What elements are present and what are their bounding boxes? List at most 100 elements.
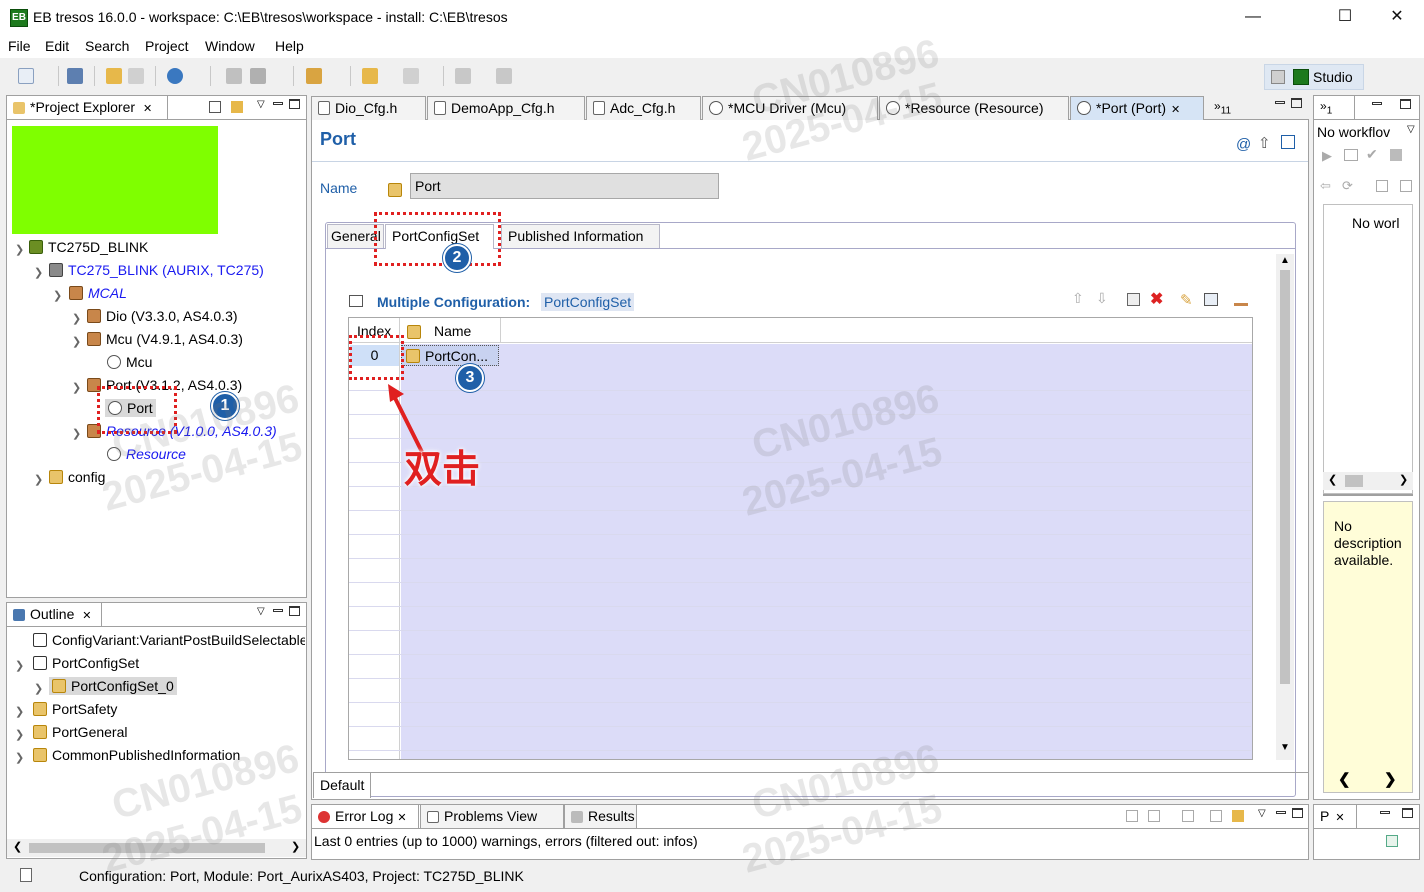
expand-icon[interactable] (1376, 180, 1388, 192)
redo-icon[interactable] (128, 68, 144, 84)
scroll-left-icon[interactable]: ❮ (13, 840, 22, 853)
delete-log-icon[interactable] (1210, 810, 1222, 822)
tab-default[interactable]: Default (313, 773, 371, 798)
tab-workflow[interactable]: »1 (1313, 95, 1355, 119)
open-perspective-icon[interactable] (1271, 70, 1285, 84)
new-item-icon[interactable] (1386, 835, 1398, 847)
tab-error-log[interactable]: Error Log ✕ (311, 804, 419, 828)
scrollbar-thumb[interactable] (29, 843, 265, 853)
check-icon[interactable]: ✔ (1366, 146, 1378, 163)
menu-edit[interactable]: Edit (45, 38, 69, 54)
name-field[interactable]: Port (410, 173, 719, 199)
minimize-view-icon[interactable] (1380, 811, 1390, 814)
forward-arrow-icon[interactable] (403, 68, 419, 84)
maximize-view-icon[interactable] (1400, 99, 1411, 109)
outline-hscrollbar[interactable]: ❮ ❯ (7, 839, 306, 857)
back-icon[interactable]: ⇦ (1320, 178, 1331, 194)
maximize-view-icon[interactable] (289, 99, 300, 109)
menu-window[interactable]: Window (205, 38, 255, 54)
minimize-view-icon[interactable] (1276, 811, 1286, 814)
outline-item-portconfigset[interactable]: PortConfigSet (33, 655, 139, 671)
link-editor-icon[interactable] (231, 101, 243, 113)
scrollbar-thumb[interactable] (1345, 475, 1363, 487)
move-up-icon[interactable]: ⇧ (1072, 290, 1084, 307)
close-icon[interactable]: ✕ (1335, 812, 1344, 824)
tree-item-tc275d-blink[interactable]: TC275D_BLINK (29, 239, 148, 255)
table-edit-icon[interactable] (1204, 293, 1218, 306)
outline-item-portconfigset-0[interactable]: PortConfigSet_0 (49, 677, 177, 695)
minimize-view-icon[interactable] (1372, 102, 1382, 105)
scrollbar-thumb[interactable] (1280, 270, 1290, 684)
dropdown-icon[interactable]: ▽ (1407, 124, 1415, 135)
collapse-all-icon[interactable] (209, 101, 221, 113)
outline-item-portgeneral[interactable]: PortGeneral (33, 724, 127, 740)
subtab-published-information[interactable]: Published Information (501, 224, 660, 248)
save-icon[interactable] (67, 68, 83, 84)
editor-tab-resource[interactable]: *Resource (Resource) (879, 96, 1069, 120)
maximize-view-icon[interactable] (1402, 808, 1413, 818)
workflow-list[interactable]: No worl (1323, 204, 1413, 494)
close-icon[interactable]: ✕ (1171, 104, 1180, 116)
export-log-icon[interactable] (1126, 810, 1138, 822)
prev-annotation-icon[interactable] (455, 68, 471, 84)
tab-results[interactable]: Results (564, 804, 637, 828)
tree-item-mcu-module[interactable]: Mcu (V4.9.1, AS4.0.3) (87, 331, 243, 347)
editor-tab-demoapp-cfg[interactable]: DemoApp_Cfg.h (427, 96, 585, 120)
maximize-view-icon[interactable] (1292, 808, 1303, 818)
menu-help[interactable]: Help (275, 38, 304, 54)
outline-item-commonpublishedinformation[interactable]: CommonPublishedInformation (33, 747, 240, 763)
menu-search[interactable]: Search (85, 38, 129, 54)
column-header-name[interactable]: Name (434, 323, 471, 339)
maximize-button[interactable]: ☐ (1322, 0, 1368, 34)
back-arrow-icon[interactable] (362, 68, 378, 84)
copy-icon[interactable] (1127, 293, 1140, 306)
next-annotation-icon[interactable] (496, 68, 512, 84)
open-log-icon[interactable] (1232, 810, 1244, 822)
delete-icon[interactable]: ✖ (1150, 289, 1163, 309)
tab-project-explorer[interactable]: *Project Explorer ✕ (6, 95, 168, 119)
tab-outline[interactable]: Outline ✕ (6, 602, 102, 626)
outline-item-configvariant[interactable]: ConfigVariant:VariantPostBuildSelectable (33, 632, 305, 648)
home-icon[interactable] (1281, 135, 1295, 149)
wand-icon[interactable] (306, 68, 322, 84)
outline-item-portsafety[interactable]: PortSafety (33, 701, 117, 717)
collapse-icon[interactable] (1400, 180, 1412, 192)
refresh-icon[interactable]: ⟳ (1342, 178, 1353, 194)
close-icon[interactable]: ✕ (143, 103, 152, 115)
menu-file[interactable]: File (8, 38, 31, 54)
editor-tab-dio-cfg[interactable]: Dio_Cfg.h (311, 96, 426, 120)
scroll-down-icon[interactable]: ▼ (1280, 742, 1290, 753)
tree-item-dio[interactable]: Dio (V3.3.0, AS4.0.3) (87, 308, 238, 324)
tree-item-mcal[interactable]: MCAL (69, 285, 127, 301)
tab-problems-view[interactable]: Problems View (420, 804, 564, 828)
tree-item-config[interactable]: config (49, 469, 105, 485)
editor-tab-port[interactable]: *Port (Port) ✕ (1070, 96, 1204, 120)
editor-tab-mcu-driver[interactable]: *MCU Driver (Mcu) (702, 96, 878, 120)
close-icon[interactable]: ✕ (397, 812, 406, 824)
clear-log-icon[interactable] (1182, 810, 1194, 822)
editor-overflow-icon[interactable]: »11 (1214, 99, 1231, 116)
close-button[interactable]: ✕ (1374, 0, 1420, 34)
move-down-icon[interactable]: ⇩ (1096, 290, 1108, 307)
new-icon[interactable] (18, 68, 34, 84)
reset-icon[interactable] (1390, 149, 1402, 161)
editor-tab-adc-cfg[interactable]: Adc_Cfg.h (586, 96, 701, 120)
import-log-icon[interactable] (1148, 810, 1160, 822)
at-icon[interactable]: @ (1236, 136, 1251, 153)
maximize-editor-icon[interactable] (1291, 98, 1302, 108)
perspective-switcher[interactable]: Studio (1264, 64, 1364, 90)
maximize-view-icon[interactable] (289, 606, 300, 616)
editor-vscrollbar[interactable]: ▲ ▼ (1276, 254, 1294, 760)
generate-icon[interactable] (226, 68, 242, 84)
scroll-right-icon[interactable]: ❯ (1399, 473, 1408, 486)
verify-icon[interactable] (250, 68, 266, 84)
fast-view-icon[interactable] (20, 868, 32, 882)
view-menu-icon[interactable]: ▽ (1258, 808, 1266, 819)
minimize-view-icon[interactable] (273, 609, 283, 612)
scroll-left-icon[interactable]: ❮ (1328, 473, 1337, 486)
tab-p[interactable]: P ✕ (1313, 804, 1357, 828)
edit-icon[interactable]: ✎ (1180, 291, 1193, 309)
tree-item-mcu-config[interactable]: Mcu (107, 354, 152, 370)
scroll-right-icon[interactable]: ❯ (291, 840, 300, 853)
workflow-selector[interactable]: No workflov (1317, 124, 1405, 140)
